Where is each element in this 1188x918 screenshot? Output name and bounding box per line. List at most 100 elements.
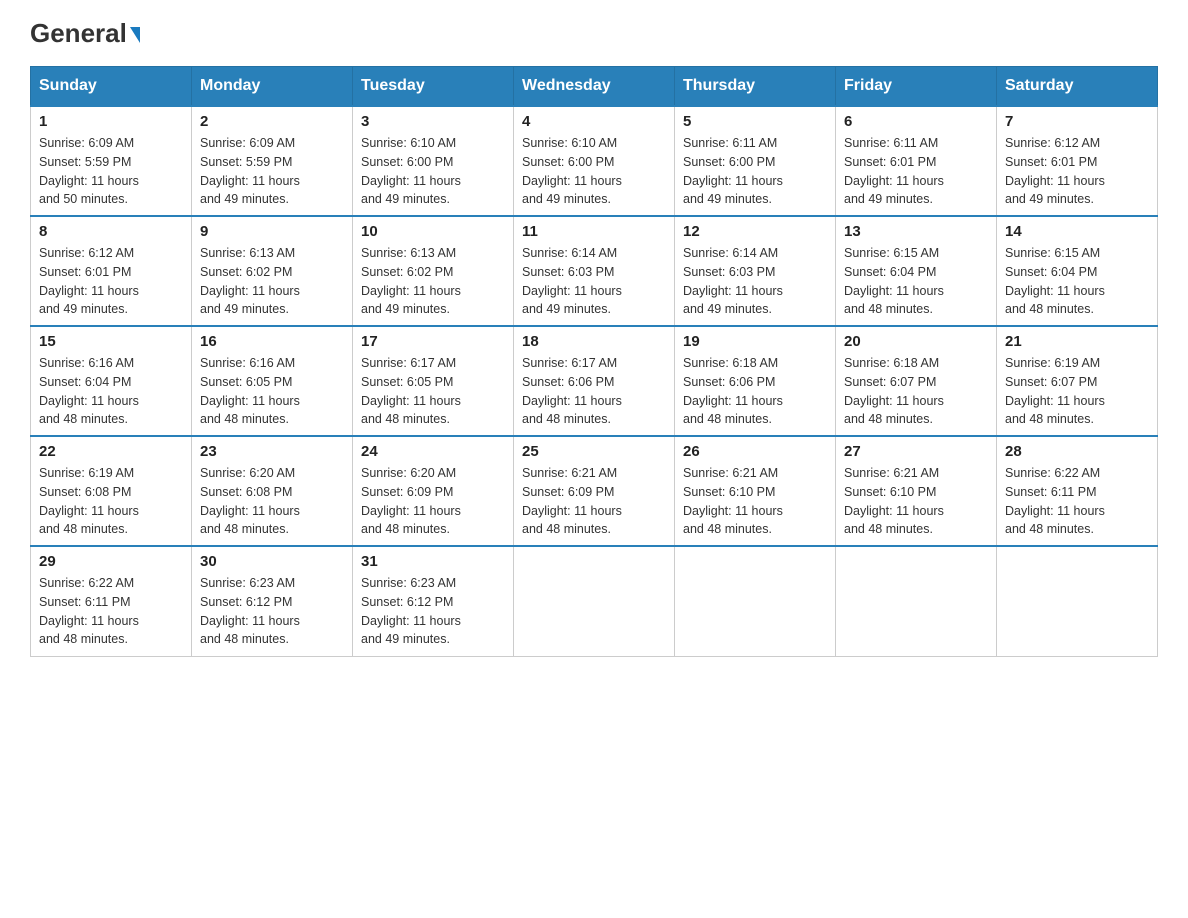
day-info: Sunrise: 6:09 AM Sunset: 5:59 PM Dayligh… bbox=[200, 134, 344, 209]
header-saturday: Saturday bbox=[997, 67, 1158, 107]
calendar-cell: 23 Sunrise: 6:20 AM Sunset: 6:08 PM Dayl… bbox=[192, 436, 353, 546]
day-number: 21 bbox=[1005, 333, 1149, 350]
day-number: 3 bbox=[361, 113, 505, 130]
day-info: Sunrise: 6:17 AM Sunset: 6:05 PM Dayligh… bbox=[361, 354, 505, 429]
calendar-header-row: SundayMondayTuesdayWednesdayThursdayFrid… bbox=[31, 67, 1158, 107]
page-header: General bbox=[30, 20, 1158, 46]
header-sunday: Sunday bbox=[31, 67, 192, 107]
calendar-cell bbox=[836, 546, 997, 656]
calendar-cell: 14 Sunrise: 6:15 AM Sunset: 6:04 PM Dayl… bbox=[997, 216, 1158, 326]
day-info: Sunrise: 6:19 AM Sunset: 6:08 PM Dayligh… bbox=[39, 464, 183, 539]
calendar-cell bbox=[675, 546, 836, 656]
calendar-cell bbox=[514, 546, 675, 656]
day-info: Sunrise: 6:21 AM Sunset: 6:09 PM Dayligh… bbox=[522, 464, 666, 539]
day-info: Sunrise: 6:12 AM Sunset: 6:01 PM Dayligh… bbox=[1005, 134, 1149, 209]
day-number: 28 bbox=[1005, 443, 1149, 460]
calendar-cell: 8 Sunrise: 6:12 AM Sunset: 6:01 PM Dayli… bbox=[31, 216, 192, 326]
calendar-cell: 17 Sunrise: 6:17 AM Sunset: 6:05 PM Dayl… bbox=[353, 326, 514, 436]
day-number: 20 bbox=[844, 333, 988, 350]
day-number: 18 bbox=[522, 333, 666, 350]
calendar-cell: 20 Sunrise: 6:18 AM Sunset: 6:07 PM Dayl… bbox=[836, 326, 997, 436]
logo: General bbox=[30, 20, 140, 46]
day-number: 26 bbox=[683, 443, 827, 460]
day-info: Sunrise: 6:13 AM Sunset: 6:02 PM Dayligh… bbox=[200, 244, 344, 319]
day-number: 15 bbox=[39, 333, 183, 350]
day-info: Sunrise: 6:19 AM Sunset: 6:07 PM Dayligh… bbox=[1005, 354, 1149, 429]
calendar-cell: 29 Sunrise: 6:22 AM Sunset: 6:11 PM Dayl… bbox=[31, 546, 192, 656]
calendar-cell: 3 Sunrise: 6:10 AM Sunset: 6:00 PM Dayli… bbox=[353, 106, 514, 216]
header-tuesday: Tuesday bbox=[353, 67, 514, 107]
calendar-week-4: 22 Sunrise: 6:19 AM Sunset: 6:08 PM Dayl… bbox=[31, 436, 1158, 546]
day-info: Sunrise: 6:15 AM Sunset: 6:04 PM Dayligh… bbox=[844, 244, 988, 319]
day-number: 27 bbox=[844, 443, 988, 460]
day-number: 13 bbox=[844, 223, 988, 240]
calendar-cell: 18 Sunrise: 6:17 AM Sunset: 6:06 PM Dayl… bbox=[514, 326, 675, 436]
day-number: 30 bbox=[200, 553, 344, 570]
day-info: Sunrise: 6:12 AM Sunset: 6:01 PM Dayligh… bbox=[39, 244, 183, 319]
day-info: Sunrise: 6:22 AM Sunset: 6:11 PM Dayligh… bbox=[39, 574, 183, 649]
calendar-week-1: 1 Sunrise: 6:09 AM Sunset: 5:59 PM Dayli… bbox=[31, 106, 1158, 216]
logo-general-text: General bbox=[30, 20, 140, 46]
day-number: 25 bbox=[522, 443, 666, 460]
calendar-cell: 31 Sunrise: 6:23 AM Sunset: 6:12 PM Dayl… bbox=[353, 546, 514, 656]
calendar-cell: 9 Sunrise: 6:13 AM Sunset: 6:02 PM Dayli… bbox=[192, 216, 353, 326]
day-number: 9 bbox=[200, 223, 344, 240]
day-info: Sunrise: 6:10 AM Sunset: 6:00 PM Dayligh… bbox=[361, 134, 505, 209]
calendar-cell: 11 Sunrise: 6:14 AM Sunset: 6:03 PM Dayl… bbox=[514, 216, 675, 326]
day-info: Sunrise: 6:16 AM Sunset: 6:05 PM Dayligh… bbox=[200, 354, 344, 429]
calendar-cell: 10 Sunrise: 6:13 AM Sunset: 6:02 PM Dayl… bbox=[353, 216, 514, 326]
calendar-cell: 25 Sunrise: 6:21 AM Sunset: 6:09 PM Dayl… bbox=[514, 436, 675, 546]
calendar-cell: 16 Sunrise: 6:16 AM Sunset: 6:05 PM Dayl… bbox=[192, 326, 353, 436]
day-info: Sunrise: 6:22 AM Sunset: 6:11 PM Dayligh… bbox=[1005, 464, 1149, 539]
day-number: 7 bbox=[1005, 113, 1149, 130]
day-number: 29 bbox=[39, 553, 183, 570]
calendar-cell: 7 Sunrise: 6:12 AM Sunset: 6:01 PM Dayli… bbox=[997, 106, 1158, 216]
calendar-cell: 6 Sunrise: 6:11 AM Sunset: 6:01 PM Dayli… bbox=[836, 106, 997, 216]
day-info: Sunrise: 6:17 AM Sunset: 6:06 PM Dayligh… bbox=[522, 354, 666, 429]
day-number: 16 bbox=[200, 333, 344, 350]
day-info: Sunrise: 6:20 AM Sunset: 6:09 PM Dayligh… bbox=[361, 464, 505, 539]
day-info: Sunrise: 6:18 AM Sunset: 6:07 PM Dayligh… bbox=[844, 354, 988, 429]
day-number: 10 bbox=[361, 223, 505, 240]
day-number: 2 bbox=[200, 113, 344, 130]
calendar-table: SundayMondayTuesdayWednesdayThursdayFrid… bbox=[30, 66, 1158, 657]
calendar-cell: 24 Sunrise: 6:20 AM Sunset: 6:09 PM Dayl… bbox=[353, 436, 514, 546]
day-number: 5 bbox=[683, 113, 827, 130]
header-monday: Monday bbox=[192, 67, 353, 107]
calendar-week-2: 8 Sunrise: 6:12 AM Sunset: 6:01 PM Dayli… bbox=[31, 216, 1158, 326]
day-number: 6 bbox=[844, 113, 988, 130]
day-number: 14 bbox=[1005, 223, 1149, 240]
calendar-cell: 28 Sunrise: 6:22 AM Sunset: 6:11 PM Dayl… bbox=[997, 436, 1158, 546]
calendar-cell bbox=[997, 546, 1158, 656]
calendar-cell: 21 Sunrise: 6:19 AM Sunset: 6:07 PM Dayl… bbox=[997, 326, 1158, 436]
day-info: Sunrise: 6:13 AM Sunset: 6:02 PM Dayligh… bbox=[361, 244, 505, 319]
calendar-cell: 22 Sunrise: 6:19 AM Sunset: 6:08 PM Dayl… bbox=[31, 436, 192, 546]
day-info: Sunrise: 6:23 AM Sunset: 6:12 PM Dayligh… bbox=[361, 574, 505, 649]
day-number: 1 bbox=[39, 113, 183, 130]
day-number: 22 bbox=[39, 443, 183, 460]
day-info: Sunrise: 6:11 AM Sunset: 6:00 PM Dayligh… bbox=[683, 134, 827, 209]
calendar-cell: 15 Sunrise: 6:16 AM Sunset: 6:04 PM Dayl… bbox=[31, 326, 192, 436]
logo-triangle-icon bbox=[130, 27, 140, 43]
day-info: Sunrise: 6:21 AM Sunset: 6:10 PM Dayligh… bbox=[844, 464, 988, 539]
day-number: 24 bbox=[361, 443, 505, 460]
calendar-week-5: 29 Sunrise: 6:22 AM Sunset: 6:11 PM Dayl… bbox=[31, 546, 1158, 656]
day-info: Sunrise: 6:21 AM Sunset: 6:10 PM Dayligh… bbox=[683, 464, 827, 539]
day-info: Sunrise: 6:10 AM Sunset: 6:00 PM Dayligh… bbox=[522, 134, 666, 209]
calendar-cell: 26 Sunrise: 6:21 AM Sunset: 6:10 PM Dayl… bbox=[675, 436, 836, 546]
calendar-cell: 5 Sunrise: 6:11 AM Sunset: 6:00 PM Dayli… bbox=[675, 106, 836, 216]
day-info: Sunrise: 6:18 AM Sunset: 6:06 PM Dayligh… bbox=[683, 354, 827, 429]
header-wednesday: Wednesday bbox=[514, 67, 675, 107]
calendar-cell: 30 Sunrise: 6:23 AM Sunset: 6:12 PM Dayl… bbox=[192, 546, 353, 656]
day-number: 8 bbox=[39, 223, 183, 240]
day-number: 19 bbox=[683, 333, 827, 350]
day-number: 4 bbox=[522, 113, 666, 130]
day-info: Sunrise: 6:20 AM Sunset: 6:08 PM Dayligh… bbox=[200, 464, 344, 539]
day-number: 31 bbox=[361, 553, 505, 570]
day-number: 17 bbox=[361, 333, 505, 350]
day-info: Sunrise: 6:16 AM Sunset: 6:04 PM Dayligh… bbox=[39, 354, 183, 429]
day-number: 23 bbox=[200, 443, 344, 460]
day-info: Sunrise: 6:14 AM Sunset: 6:03 PM Dayligh… bbox=[683, 244, 827, 319]
calendar-cell: 27 Sunrise: 6:21 AM Sunset: 6:10 PM Dayl… bbox=[836, 436, 997, 546]
calendar-week-3: 15 Sunrise: 6:16 AM Sunset: 6:04 PM Dayl… bbox=[31, 326, 1158, 436]
